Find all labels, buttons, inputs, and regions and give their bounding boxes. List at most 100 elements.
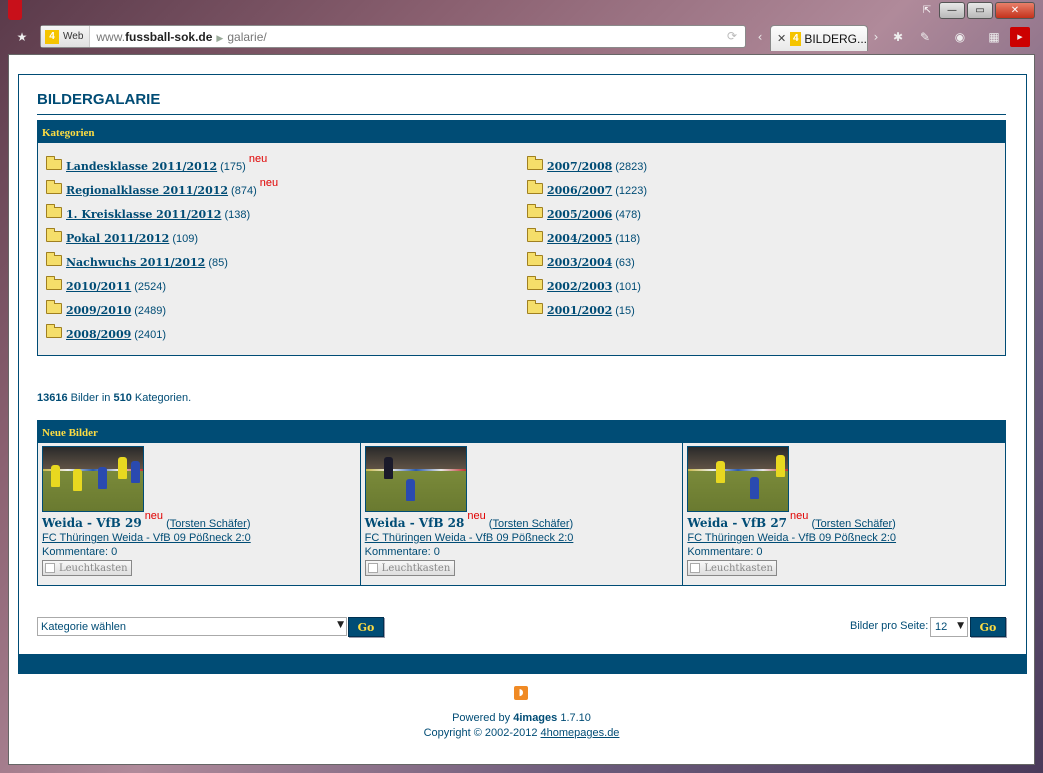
image-comments: Kommentare: 0 [42, 546, 118, 558]
checkbox-icon [367, 563, 378, 573]
category-link[interactable]: Landesklasse 2011/2012 [66, 160, 217, 173]
category-item: 2001/2002 (15) [527, 293, 647, 317]
tab-active[interactable]: ✕ 4 BILDERG... [770, 25, 868, 51]
copyright-link[interactable]: 4homepages.de [541, 727, 620, 739]
url-path: galarie/ [227, 29, 267, 44]
author-link[interactable]: Torsten Schäfer [170, 518, 247, 530]
address-bar[interactable]: 4 Web www.fussball-sok.de ▶ galarie/ ⟳ [40, 25, 746, 48]
title-divider [37, 114, 1006, 115]
share-icon[interactable]: ⇱ [917, 2, 937, 19]
close-button[interactable]: ✕ [995, 2, 1035, 19]
category-count: (478) [615, 209, 641, 221]
category-link[interactable]: Nachwuchs 2011/2012 [66, 256, 205, 269]
copyright: Copyright © 2002-2012 4homepages.de [9, 727, 1034, 739]
image-description-link[interactable]: FC Thüringen Weida - VfB 09 Pößneck 2:0 [42, 532, 356, 544]
image-title[interactable]: Weida - VfB 28 [365, 516, 465, 530]
image-author: (Torsten Schäfer) [163, 518, 251, 530]
site-logo-icon: 4 [45, 29, 59, 44]
new-badge: neu [259, 177, 279, 189]
image-thumbnail[interactable] [42, 446, 144, 512]
chevron-down-icon: ▼ [337, 620, 344, 630]
per-page-go-button[interactable]: Go [970, 617, 1006, 637]
category-select[interactable]: Kategorie wählen ▼ [37, 617, 347, 636]
categories-header: Kategorien [38, 121, 1005, 143]
folder-icon [46, 180, 62, 194]
opera-menu-button[interactable] [8, 0, 22, 20]
back-icon[interactable]: ‹ [750, 27, 770, 47]
category-link[interactable]: 1. Kreisklasse 2011/2012 [66, 208, 221, 221]
category-select-value: Kategorie wählen [41, 621, 127, 633]
reload-icon[interactable]: ⟳ [727, 29, 737, 43]
new-image-card: Weida - VfB 27 neu (Torsten Schäfer) FC Th… [683, 443, 1005, 585]
extensions-icon[interactable]: ✱ [888, 27, 908, 47]
category-count: (175) [220, 161, 246, 173]
category-link[interactable]: 2007/2008 [547, 160, 612, 173]
category-link[interactable]: 2001/2002 [547, 304, 612, 317]
lightbox-button[interactable]: Leuchtkasten [42, 560, 132, 576]
powered-prefix: Powered by [452, 712, 511, 724]
site-badge[interactable]: 4 Web [41, 26, 91, 47]
categories-panel: Kategorien Landesklasse 2011/2012 (175) ne… [37, 120, 1006, 356]
maximize-button[interactable]: ▭ [967, 2, 993, 19]
folder-icon [46, 252, 62, 266]
category-link[interactable]: 2008/2009 [66, 328, 131, 341]
url-domain: fussball-sok.de [125, 29, 213, 44]
image-comments: Kommentare: 0 [687, 546, 763, 558]
new-images-row: Weida - VfB 29 neu (Torsten Schäfer) FC Th… [38, 443, 1005, 585]
rss-icon[interactable]: ◗ [514, 686, 528, 700]
folder-icon [46, 204, 62, 218]
categories-right-column: 2007/2008 (2823) 2006/2007 (1223) 2005/2006(… [527, 149, 647, 317]
category-count: (2823) [615, 161, 648, 173]
image-thumbnail[interactable] [687, 446, 790, 512]
youtube-icon[interactable]: ▶ [1010, 27, 1030, 47]
category-count: (15) [615, 305, 635, 317]
folder-icon [527, 204, 543, 218]
image-title-line: Weida - VfB 27 neu (Torsten Schäfer) [687, 510, 1001, 530]
category-link[interactable]: Regionalklasse 2011/2012 [66, 184, 228, 197]
category-link[interactable]: 2003/2004 [547, 256, 612, 269]
site-badge-label: Web [63, 31, 84, 42]
lightbox-button[interactable]: Leuchtkasten [364, 560, 455, 576]
folder-icon [527, 156, 543, 170]
panels-icon[interactable]: ▦ [984, 27, 1004, 47]
speed-dial-icon[interactable]: ★ [12, 27, 32, 47]
image-title[interactable]: Weida - VfB 27 [687, 516, 787, 530]
category-link[interactable]: 2005/2006 [547, 208, 612, 221]
category-go-button[interactable]: Go [348, 617, 384, 637]
category-link[interactable]: 2006/2007 [547, 184, 612, 197]
folder-icon [46, 228, 62, 242]
category-count: (2489) [134, 305, 167, 317]
category-count: (109) [172, 233, 199, 245]
unite-icon[interactable]: ◉ [950, 27, 970, 47]
category-count: (2524) [134, 281, 167, 293]
author-link[interactable]: Torsten Schäfer [815, 518, 892, 530]
tab-close-icon[interactable]: ✕ [777, 32, 786, 45]
new-images-header: Neue Bilder [38, 421, 1005, 443]
category-item: Landesklasse 2011/2012 (175) neu [46, 149, 278, 173]
forward-icon[interactable]: › [866, 27, 886, 47]
pencil-icon[interactable]: ✎ [915, 27, 935, 47]
category-link[interactable]: 2004/2005 [547, 232, 612, 245]
image-description-link[interactable]: FC Thüringen Weida - VfB 09 Pößneck 2:0 [687, 532, 1001, 544]
category-item: 2006/2007 (1223) [527, 173, 647, 197]
thumb-player [51, 465, 60, 487]
category-count: (138) [224, 209, 251, 221]
image-description-link[interactable]: FC Thüringen Weida - VfB 09 Pößneck 2:0 [365, 532, 679, 544]
lightbox-label: Leuchtkasten [704, 562, 773, 574]
category-link[interactable]: Pokal 2011/2012 [66, 232, 169, 245]
new-image-card: Weida - VfB 29 neu (Torsten Schäfer) FC Th… [38, 443, 361, 585]
lightbox-button[interactable]: Leuchtkasten [687, 560, 778, 576]
powered-by: Powered by 4images 1.7.10 [9, 712, 1034, 724]
image-title[interactable]: Weida - VfB 29 [42, 516, 142, 530]
image-thumbnail[interactable] [364, 446, 467, 512]
category-count: (874) [231, 185, 257, 197]
category-link[interactable]: 2002/2003 [547, 280, 612, 293]
folder-icon [527, 276, 543, 290]
thumb-player [98, 467, 107, 489]
category-link[interactable]: 2009/2010 [66, 304, 131, 317]
category-item: Pokal 2011/2012 (109) [46, 221, 278, 245]
category-link[interactable]: 2010/2011 [66, 280, 131, 293]
per-page-select[interactable]: 12 ▼ [930, 617, 968, 637]
minimize-button[interactable]: — [939, 2, 965, 19]
author-link[interactable]: Torsten Schäfer [492, 518, 569, 530]
